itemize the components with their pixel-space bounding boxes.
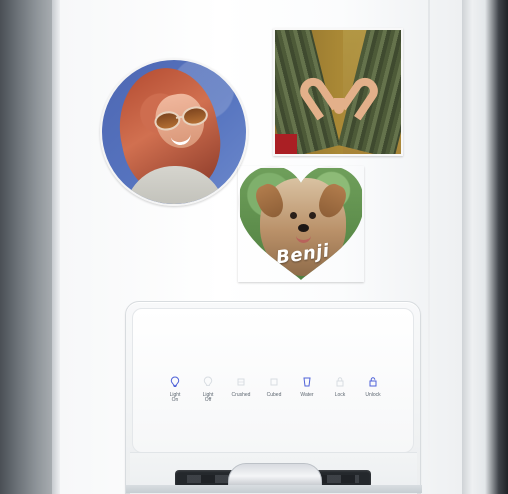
cubed-ice-icon — [260, 375, 288, 389]
light-on-label: Light On — [169, 392, 181, 403]
bulb-icon — [161, 375, 189, 389]
crushed-control[interactable]: Crushed — [227, 375, 255, 398]
cubed-label: Cubed — [266, 392, 282, 398]
red-clothing-accent — [275, 134, 297, 154]
dog-left-eye — [290, 212, 297, 219]
heart-hands-icon — [295, 64, 383, 121]
unlock-icon — [359, 375, 387, 389]
water-control[interactable]: Water — [293, 375, 321, 398]
light-on-control[interactable]: Light On — [161, 375, 189, 403]
heart-photo-frame: Benji — [238, 166, 364, 282]
unlock-label: Unlock — [365, 392, 381, 398]
lock-icon — [326, 375, 354, 389]
crushed-ice-icon — [227, 375, 255, 389]
fridge-scene: Benji Light On Light Off Crushed Cubed W… — [0, 0, 508, 494]
water-glass-icon — [293, 375, 321, 389]
lock-control[interactable]: Lock — [326, 375, 354, 398]
light-off-control[interactable]: Light Off — [194, 375, 222, 403]
water-ice-dispenser: Light On Light Off Crushed Cubed Water L… — [125, 301, 422, 494]
fridge-left-edge — [0, 0, 52, 494]
crushed-label: Crushed — [231, 392, 251, 398]
light-off-label: Light Off — [202, 392, 214, 403]
cubed-control[interactable]: Cubed — [260, 375, 288, 398]
lock-label: Lock — [334, 392, 346, 398]
fridge-right-edge — [462, 0, 508, 494]
heart-photo-magnet: Benji — [238, 166, 364, 282]
unlock-control[interactable]: Unlock — [359, 375, 387, 398]
hand-center-shape — [334, 98, 344, 114]
water-label: Water — [300, 392, 314, 398]
dispenser-drip-tray — [126, 485, 422, 493]
circle-photo-magnet — [100, 58, 248, 206]
dog-right-eye — [309, 212, 316, 219]
dispenser-controls: Light On Light Off Crushed Cubed Water L… — [161, 375, 387, 413]
bulb-off-icon — [194, 375, 222, 389]
door-crease — [428, 0, 430, 494]
square-photo-magnet — [273, 28, 403, 156]
fridge-door-gap — [52, 0, 60, 494]
